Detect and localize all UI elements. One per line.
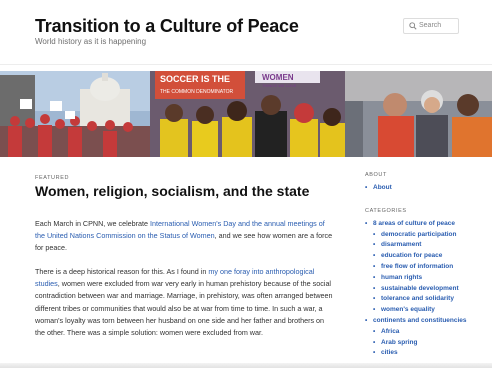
about-list: About <box>365 183 485 194</box>
post-title[interactable]: Women, religion, socialism, and the stat… <box>35 183 309 199</box>
category-item[interactable]: sustainable development <box>373 284 485 295</box>
banner-sign-text-3: WOMEN <box>262 73 294 82</box>
p2-text-a: There is a deep historical reason for th… <box>35 267 209 276</box>
categories-list: 8 areas of culture of peace democratic p… <box>365 219 485 359</box>
sidebar-link-about[interactable]: About <box>365 183 485 194</box>
post-paragraph-2: There is a deep historical reason for th… <box>35 266 335 339</box>
category-children: Africa Arab spring cities <box>373 327 485 359</box>
search-icon <box>409 22 417 30</box>
search-input[interactable]: Search <box>403 18 459 34</box>
search-placeholder: Search <box>419 22 442 29</box>
p1-text-a: Each March in CPNN, we celebrate <box>35 219 151 228</box>
category-item[interactable]: tolerance and solidarity <box>373 294 485 305</box>
sidebar: ABOUT About CATEGORIES 8 areas of cultur… <box>365 172 485 359</box>
category-item[interactable]: free flow of information <box>373 262 485 273</box>
category-item[interactable]: Arab spring <box>373 338 485 349</box>
window-bottom-edge <box>0 363 492 368</box>
featured-label: FEATURED <box>35 175 70 181</box>
category-item[interactable]: cities <box>373 348 485 359</box>
p2-text-b: , women were excluded from war very earl… <box>35 279 333 338</box>
category-item[interactable]: Africa <box>373 327 485 338</box>
page: Transition to a Culture of Peace World h… <box>0 0 492 368</box>
categories-widget-title: CATEGORIES <box>365 207 407 214</box>
about-widget-title: ABOUT <box>365 172 387 178</box>
header-banner-image: SOCCER IS THE THE COMMON DENOMINATOR WOM… <box>0 71 492 157</box>
post-paragraph-1: Each March in CPNN, we celebrate Interna… <box>35 218 335 255</box>
category-item[interactable]: democratic participation <box>373 230 485 241</box>
site-tagline: World history as it is happening <box>35 37 147 46</box>
category-children: democratic participation disarmament edu… <box>373 230 485 316</box>
banner-sign-text-4: THINGS WE LOVE <box>262 83 297 88</box>
category-item[interactable]: disarmament <box>373 240 485 251</box>
banner-sign-text-1: SOCCER IS THE <box>160 74 230 84</box>
site-title[interactable]: Transition to a Culture of Peace <box>35 16 299 37</box>
banner-sign-text-2: THE COMMON DENOMINATOR <box>160 89 234 95</box>
category-item[interactable]: human rights <box>373 273 485 284</box>
category-item[interactable]: continents and constituencies Africa Ara… <box>365 316 485 359</box>
category-item[interactable]: women's equality <box>373 305 485 316</box>
header-divider <box>0 64 492 65</box>
category-item[interactable]: 8 areas of culture of peace democratic p… <box>365 219 485 316</box>
category-item[interactable]: education for peace <box>373 251 485 262</box>
